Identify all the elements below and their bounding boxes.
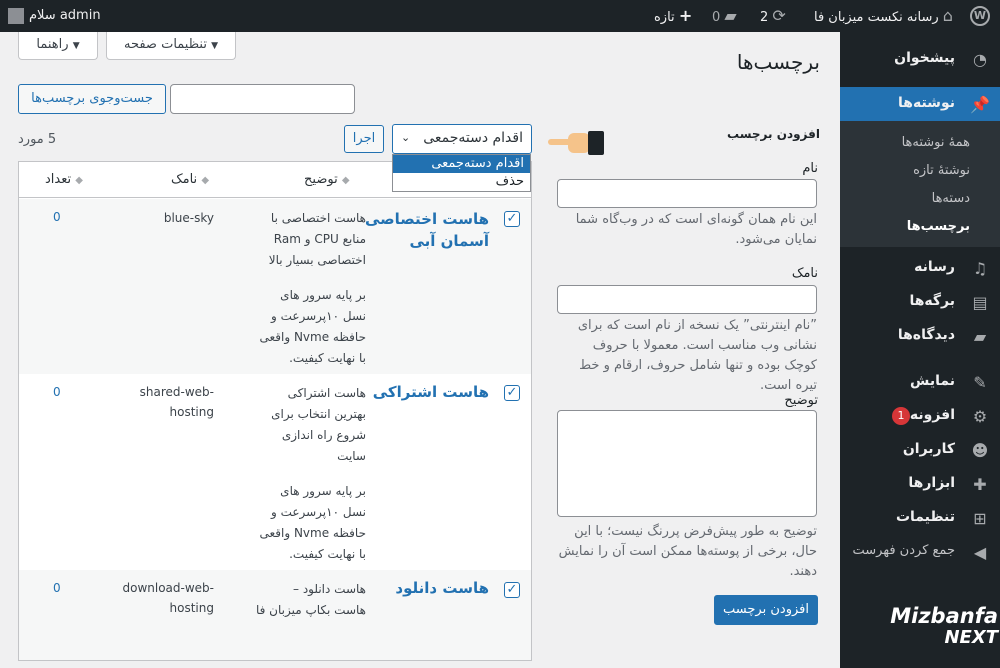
posts-submenu: همهٔ نوشته‌ها نوشتهٔ تازه دسته‌ها برچسب‌…: [840, 121, 1000, 247]
sort-icon: ◆: [201, 175, 210, 186]
search-tags-button[interactable]: جست‌وجوی برچسب‌ها: [18, 84, 166, 114]
new-label: تازه: [654, 10, 675, 25]
table-row: ✓ هاست اشتراکی هاست اشتراکی بهترین انتخا…: [19, 374, 531, 570]
admin-sidebar: ◔ پیشخوان 📌 نوشته‌ها همهٔ نوشته‌ها نوشته…: [832, 32, 1000, 668]
plugins-icon: ⚙: [972, 407, 988, 426]
description-label: توضیح: [784, 393, 818, 408]
sidebar-item-comments[interactable]: ▰ دیدگاه‌ها: [840, 319, 1000, 353]
sidebar-item-users[interactable]: ☻ کاربران: [840, 433, 1000, 467]
tag-slug: shared-web- hosting: [139, 385, 214, 419]
tag-count-link[interactable]: 0: [53, 581, 61, 595]
tag-count-link[interactable]: 0: [53, 210, 61, 224]
comments-button[interactable]: 0 ▰: [712, 0, 737, 32]
new-content-button[interactable]: تازه +: [654, 0, 692, 32]
sidebar-item-settings[interactable]: ⊞ تنظیمات: [840, 501, 1000, 535]
tools-icon: ✚: [973, 475, 987, 494]
tag-description: هاست اختصاصی با منابع CPU و Ram اختصاصی …: [259, 211, 366, 365]
row-checkbox[interactable]: ✓: [504, 582, 520, 598]
sidebar-item-tools[interactable]: ✚ ابزارها: [840, 467, 1000, 501]
slug-label: نامک: [791, 266, 818, 281]
tag-slug: blue-sky: [163, 211, 214, 225]
sidebar-item-plugins[interactable]: ⚙ افزونه‌ها 1: [840, 399, 1000, 433]
refresh-icon: ⟳: [772, 6, 786, 25]
chevron-down-icon: ⌄: [401, 131, 411, 144]
row-checkbox[interactable]: ✓: [504, 385, 520, 401]
media-icon: ♫: [972, 259, 988, 278]
avatar: [8, 7, 24, 24]
sidebar-item-media[interactable]: ♫ رسانه: [840, 251, 1000, 285]
screen-options-button[interactable]: تنظیمات صفحه ▼: [106, 32, 236, 60]
site-name-button[interactable]: رسانه نکست میزبان فا ⌂: [814, 0, 953, 32]
search-input[interactable]: [170, 84, 355, 114]
tag-count-link[interactable]: 0: [53, 385, 61, 399]
tag-description: هاست اشتراکی بهترین انتخاب برای شروع راه…: [259, 386, 366, 561]
comments-count: 0: [712, 10, 721, 25]
apply-button[interactable]: اجرا: [344, 125, 384, 153]
page-title: برچسب‌ها: [736, 50, 820, 74]
items-count: 5 مورد: [18, 132, 57, 147]
comments-icon: ▰: [973, 327, 987, 346]
mizbanfa-logo: Mizbanfa NEXT: [890, 604, 998, 648]
home-icon: ⌂: [942, 6, 953, 25]
name-description: این نام همان گونه‌ای است که در وب‌گاه شم…: [575, 212, 817, 247]
submenu-all-posts[interactable]: همهٔ نوشته‌ها: [902, 135, 970, 150]
description-help: توضیح به طور پیش‌فرض پررنگ نیست؛ با این …: [558, 524, 817, 579]
pointing-hand-icon: [548, 129, 608, 159]
sidebar-item-pages[interactable]: ▤ برگه‌ها: [840, 285, 1000, 319]
sidebar-item-dashboard[interactable]: ◔ پیشخوان: [840, 42, 1000, 76]
submenu-new-post[interactable]: نوشتهٔ تازه: [913, 163, 970, 178]
plugins-update-badge: 1: [892, 407, 910, 425]
submenu-tags[interactable]: برچسب‌ها: [907, 219, 970, 234]
submenu-categories[interactable]: دسته‌ها: [932, 191, 970, 206]
bulk-option-delete[interactable]: حذف: [393, 173, 530, 191]
sidebar-item-collapse[interactable]: ◀ جمع کردن فهرست: [840, 535, 1000, 569]
updates-button[interactable]: 2 ⟳: [760, 0, 786, 32]
tag-name-link[interactable]: هاست اختصاصی آسمان آبی: [359, 208, 489, 252]
updates-count: 2: [760, 10, 769, 25]
sort-icon: ◆: [75, 175, 83, 186]
tag-name-input[interactable]: [557, 179, 817, 208]
sort-icon: ◆: [341, 175, 350, 186]
admin-bar: سلام admin تازه + 0 ▰ 2 ⟳ رسانه نکست میز…: [0, 0, 1000, 32]
tag-description: هاست دانلود – هاست بکاپ میزبان فا: [255, 582, 366, 617]
plus-icon: +: [678, 6, 693, 25]
wordpress-logo-icon[interactable]: W: [970, 0, 990, 32]
pages-icon: ▤: [972, 293, 988, 312]
tag-slug: download-web- hosting: [122, 581, 215, 615]
tag-description-textarea[interactable]: [557, 410, 817, 517]
tag-slug-input[interactable]: [557, 285, 817, 314]
sidebar-item-appearance[interactable]: ✎ نمایش: [840, 365, 1000, 399]
tag-name-link[interactable]: هاست دانلود: [359, 577, 489, 599]
dashboard-icon: ◔: [973, 50, 987, 69]
bulk-action-select[interactable]: اقدام دسته‌جمعی ⌄: [392, 124, 532, 154]
pin-icon: 📌: [970, 95, 990, 114]
active-arrow: [832, 96, 840, 112]
help-button[interactable]: راهنما ▼: [18, 32, 98, 60]
collapse-icon: ◀: [973, 543, 987, 562]
chevron-down-icon: ▼: [211, 41, 218, 51]
name-label: نام: [802, 161, 818, 176]
add-tag-button[interactable]: افزودن برچسب: [714, 595, 818, 625]
chevron-down-icon: ▼: [72, 41, 80, 51]
site-name: رسانه نکست میزبان فا: [814, 10, 939, 25]
settings-icon: ⊞: [973, 509, 987, 528]
add-tag-heading: افزودن برچسب: [726, 127, 820, 141]
table-row: ✓ هاست اختصاصی آسمان آبی هاست اختصاصی با…: [19, 199, 531, 374]
bulk-option-bulk-actions[interactable]: اقدام دسته‌جمعی: [393, 155, 530, 173]
tag-name-link[interactable]: هاست اشتراکی: [359, 381, 489, 403]
slug-description: ”نام اینترنتی” یک نسخه از نام است که برا…: [577, 318, 817, 393]
user-greeting[interactable]: سلام admin: [8, 0, 101, 32]
column-count[interactable]: ◆ تعداد: [45, 172, 83, 187]
tags-table: ◆ توضیح ◆ توضیح ◆ نامک ◆ تعداد ✓ هاست اخ…: [18, 161, 532, 661]
column-slug[interactable]: ◆ نامک: [171, 172, 209, 187]
comment-bubble-icon: ▰: [724, 6, 737, 25]
row-checkbox[interactable]: ✓: [504, 211, 520, 227]
table-row: ✓ هاست دانلود هاست دانلود – هاست بکاپ می…: [19, 570, 531, 660]
sidebar-item-posts[interactable]: 📌 نوشته‌ها: [832, 87, 1000, 121]
users-icon: ☻: [971, 441, 989, 460]
bulk-action-dropdown: اقدام دسته‌جمعی حذف: [392, 154, 531, 192]
column-description-label[interactable]: ◆ توضیح: [304, 172, 350, 187]
appearance-icon: ✎: [973, 373, 987, 392]
